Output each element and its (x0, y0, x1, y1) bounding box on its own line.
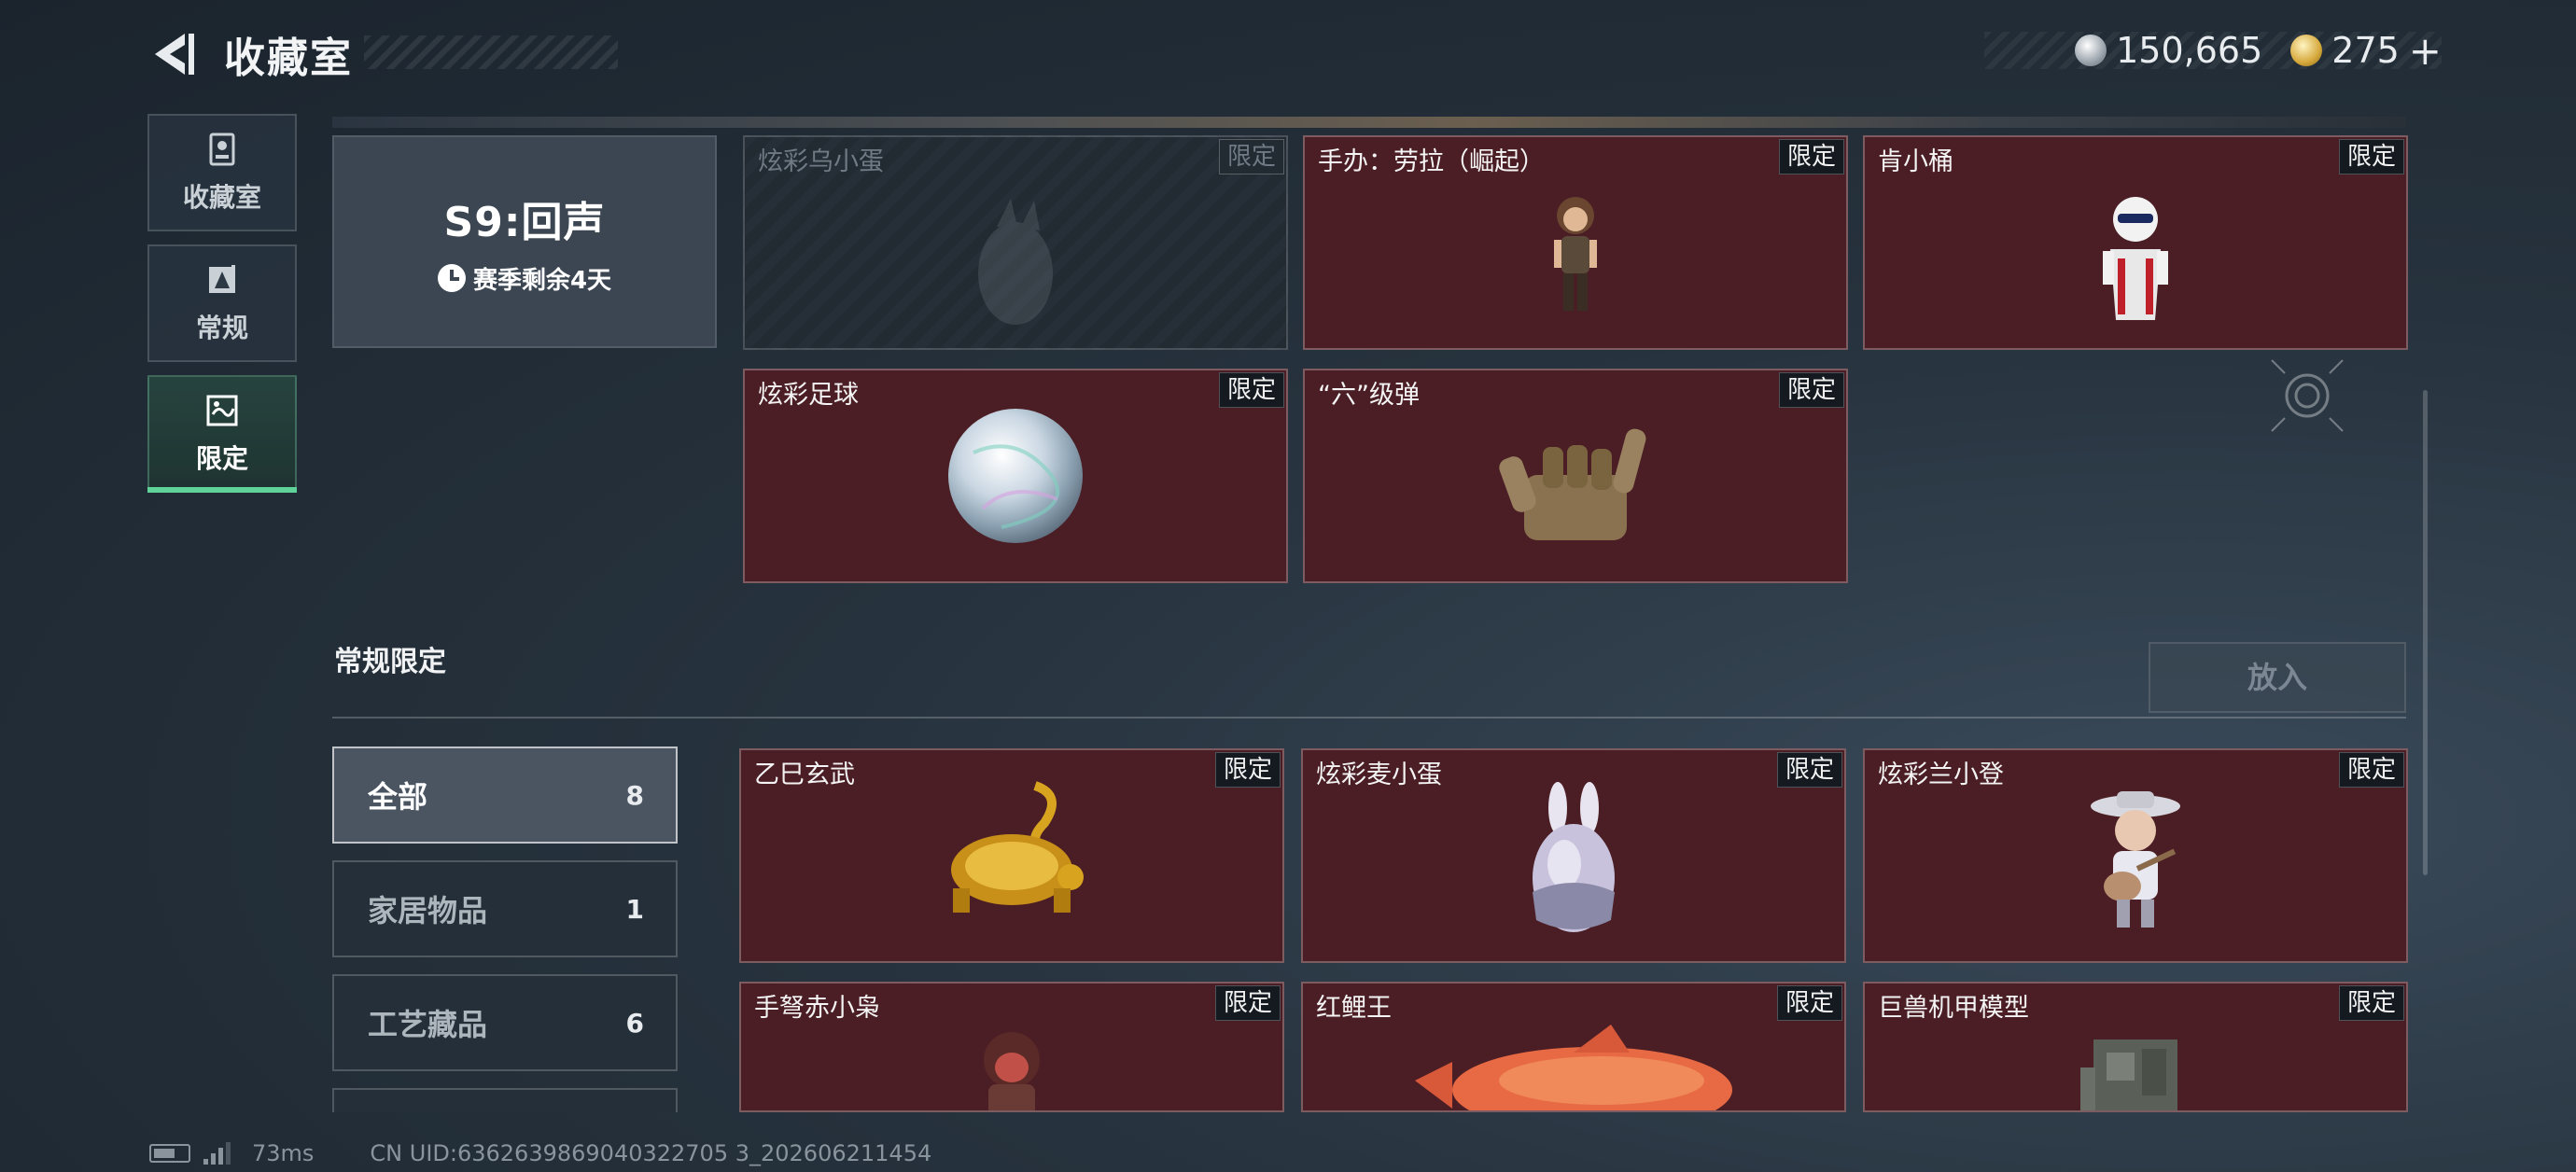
title-decoration (364, 35, 618, 69)
ping-text: 73ms (252, 1140, 315, 1166)
item-card[interactable]: 乙巳玄武 限定 (739, 748, 1284, 963)
back-arrow-icon (155, 34, 194, 75)
limited-badge: 限定 (1777, 752, 1842, 788)
koi-fish-icon (1415, 1025, 1732, 1110)
battery-icon (149, 1144, 190, 1163)
gold-turtle-snake-icon (951, 781, 1084, 913)
category-count: 8 (625, 779, 644, 811)
lara-figure-icon (1554, 197, 1597, 311)
active-nav-indicator (147, 487, 297, 493)
category-count: 1 (625, 893, 644, 925)
category-more[interactable] (332, 1088, 678, 1112)
limited-badge: 限定 (1779, 372, 1844, 408)
item-name: 炫彩麦小蛋 (1316, 760, 1442, 789)
limited-badge: 限定 (1215, 752, 1281, 788)
nav-item-regular[interactable]: 常规 (147, 244, 297, 362)
rabbit-egg-icon (1533, 782, 1615, 932)
nav-label: 常规 (195, 313, 248, 343)
section-divider (332, 717, 2406, 719)
section-title: 常规限定 (334, 646, 446, 678)
item-card[interactable]: “六”级弹 限定 (1303, 369, 1848, 583)
limited-badge: 限定 (2339, 752, 2404, 788)
category-all[interactable]: 全部 8 (332, 746, 678, 844)
season-title: S9:回声 (443, 198, 606, 246)
season-remaining-text: 赛季剩余4天 (472, 266, 612, 295)
limited-badge: 限定 (1219, 372, 1284, 408)
item-name: 肯小桶 (1878, 147, 1953, 176)
gold-amount: 275 (2331, 30, 2400, 71)
limited-badge: 限定 (1779, 139, 1844, 174)
back-button[interactable] (147, 28, 200, 80)
silver-currency: 150,665 (2075, 30, 2262, 71)
limited-icon (206, 395, 238, 426)
page-title: 收藏室 (224, 35, 353, 82)
egg-figure-icon (978, 199, 1053, 325)
scrollbar[interactable] (2423, 390, 2428, 875)
item-name: “六”级弹 (1318, 381, 1420, 410)
item-name: 手弩赤小枭 (754, 994, 880, 1023)
regular-icon (209, 265, 235, 293)
bucket-figure-icon (2103, 197, 2168, 320)
hand-sign-icon (1499, 428, 1646, 540)
nav-label: 收藏室 (182, 182, 261, 213)
item-card[interactable]: 炫彩乌小蛋 限定 (743, 135, 1288, 350)
limited-badge: 限定 (1777, 985, 1842, 1021)
item-name: 炫彩足球 (758, 381, 859, 410)
category-count: 6 (625, 1007, 644, 1039)
limited-badge: 限定 (2339, 139, 2404, 174)
add-currency-button[interactable]: + (2409, 28, 2442, 74)
limited-badge: 限定 (1215, 985, 1281, 1021)
category-name: 家居物品 (368, 893, 488, 928)
nav-label: 限定 (195, 443, 248, 474)
category-name: 工艺藏品 (368, 1007, 488, 1042)
limited-badge: 限定 (2339, 985, 2404, 1021)
gold-currency: 275 + (2290, 28, 2442, 74)
item-card[interactable]: 炫彩麦小蛋 限定 (1301, 748, 1846, 963)
target-icon[interactable] (2270, 358, 2345, 433)
category-craft[interactable]: 工艺藏品 6 (332, 974, 678, 1071)
season-card: S9:回声 赛季剩余4天 (332, 135, 717, 348)
item-name: 巨兽机甲模型 (1878, 994, 2029, 1023)
place-button[interactable]: 放入 (2149, 642, 2406, 713)
limited-badge: 限定 (1219, 139, 1284, 174)
nav-item-limited[interactable]: 限定 (147, 375, 297, 493)
item-name: 乙巳玄武 (754, 760, 855, 789)
item-card[interactable]: 炫彩兰小登 限定 (1863, 748, 2408, 963)
category-name: 全部 (368, 779, 428, 815)
crossbow-figure-icon (984, 1032, 1040, 1110)
nav-item-collection[interactable]: 收藏室 (147, 114, 297, 231)
item-card[interactable]: 手弩赤小枭 限定 (739, 982, 1284, 1112)
silver-coin-icon (2075, 35, 2107, 66)
item-name: 红鲤王 (1316, 994, 1392, 1023)
item-card[interactable]: 手办：劳拉（崛起） 限定 (1303, 135, 1848, 350)
currency-bar: 150,665 275 + (1984, 28, 2442, 74)
item-card[interactable]: 肯小桶 限定 (1863, 135, 2408, 350)
mech-model-icon (2080, 1039, 2177, 1110)
silver-amount: 150,665 (2116, 30, 2263, 71)
item-card[interactable]: 炫彩足球 限定 (743, 369, 1288, 583)
gold-coin-icon (2290, 35, 2323, 66)
signal-icon (203, 1142, 233, 1165)
season-remaining: 赛季剩余4天 (437, 261, 612, 296)
clock-icon (437, 264, 466, 292)
banner-strip (332, 117, 2406, 128)
item-name: 炫彩兰小登 (1878, 760, 2004, 789)
category-home[interactable]: 家居物品 1 (332, 860, 678, 957)
item-card[interactable]: 红鲤王 限定 (1301, 982, 1846, 1112)
collection-icon (209, 133, 235, 166)
item-name: 炫彩乌小蛋 (758, 147, 884, 176)
status-bar: 73ms CN UID:6362639869040322705 3_202606… (149, 1140, 931, 1166)
guitar-figure-icon (2091, 791, 2180, 928)
item-card[interactable]: 巨兽机甲模型 限定 (1863, 982, 2408, 1112)
uid-text: CN UID:6362639869040322705 3_20260621145… (370, 1140, 932, 1166)
soccer-ball-icon (948, 409, 1083, 543)
item-name: 手办：劳拉（崛起） (1318, 147, 1545, 176)
